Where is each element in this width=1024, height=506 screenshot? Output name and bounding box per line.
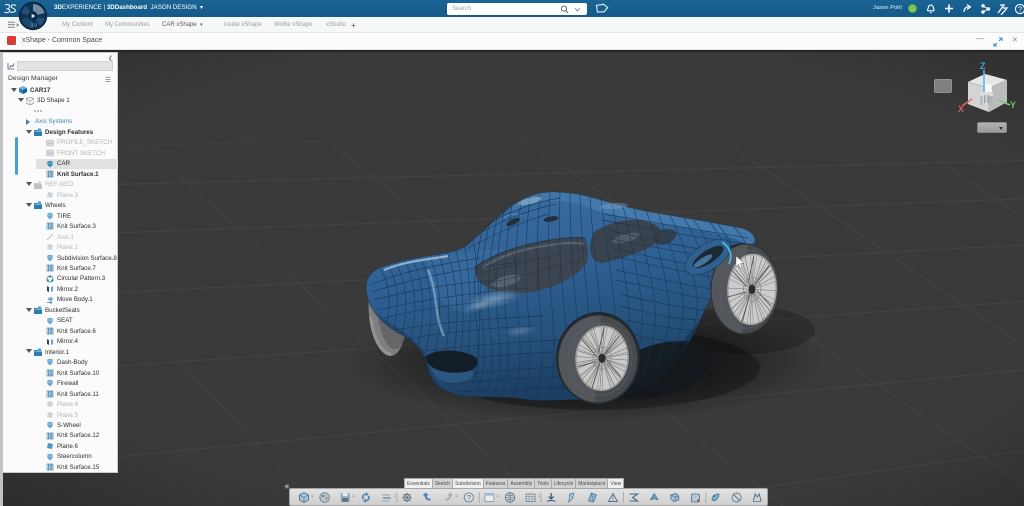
svg-text:?: ? — [1018, 5, 1022, 14]
svg-text:Z: Z — [980, 61, 986, 71]
svg-text:X: X — [958, 104, 964, 114]
svg-text:Y: Y — [1010, 100, 1016, 110]
svg-text:?: ? — [467, 495, 471, 502]
svg-text:3.0: 3.0 — [31, 23, 38, 28]
